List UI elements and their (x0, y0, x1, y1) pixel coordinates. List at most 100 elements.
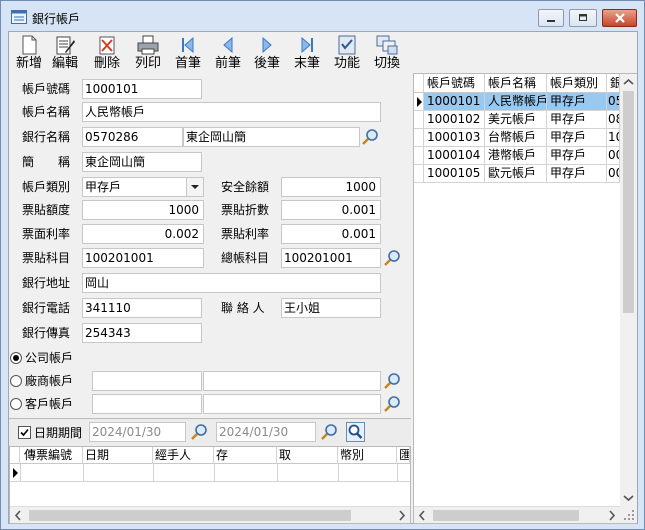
bill-rate-field[interactable]: 0.001 (281, 224, 381, 244)
date-period-checkbox[interactable] (18, 426, 31, 439)
customer-account-radio[interactable] (10, 398, 22, 410)
fax-field[interactable]: 254343 (82, 323, 202, 343)
scroll-left-icon[interactable] (414, 507, 431, 524)
bank-code-field[interactable]: 0570286 (82, 127, 183, 147)
scroll-thumb[interactable] (623, 91, 634, 313)
delete-button[interactable]: 刪除 (87, 34, 127, 74)
cell-account-name[interactable]: 台幣帳戶 (485, 129, 547, 146)
column-header[interactable]: 日期 (83, 447, 153, 464)
short-name-field[interactable]: 東企岡山簡 (82, 152, 202, 172)
scroll-down-icon[interactable] (620, 489, 637, 506)
cell-account-no[interactable]: 1000101 (424, 93, 485, 110)
cell-bank[interactable]: 00 (607, 147, 620, 164)
scroll-thumb[interactable] (433, 510, 579, 521)
vendor-code-field[interactable] (92, 371, 202, 391)
next-record-button[interactable]: 後筆 (247, 34, 287, 74)
previous-record-button[interactable]: 前筆 (208, 34, 248, 74)
cell-account-type[interactable]: 甲存戶 (547, 129, 607, 146)
resize-grip-icon[interactable] (620, 506, 637, 523)
cell-account-no[interactable]: 1000103 (424, 129, 485, 146)
column-header[interactable]: 帳戶名稱 (485, 74, 547, 92)
company-account-radio[interactable] (10, 352, 22, 364)
cell-account-name[interactable]: 美元帳戶 (485, 111, 547, 128)
customer-code-field[interactable] (92, 394, 202, 414)
cell-account-name[interactable]: 人民幣帳戶 (485, 93, 547, 110)
customer-lookup-icon[interactable] (383, 395, 401, 413)
cell-account-type[interactable]: 甲存戶 (547, 147, 607, 164)
print-button[interactable]: 列印 (128, 34, 168, 74)
account-type-select[interactable]: 甲存戶 (82, 177, 204, 197)
cell-account-type[interactable]: 甲存戶 (547, 111, 607, 128)
cell-account-no[interactable]: 1000104 (424, 147, 485, 164)
table-row[interactable]: 1000103 台幣帳戶 甲存戶 10 (414, 129, 620, 147)
column-header[interactable]: 經手人 (153, 447, 214, 464)
scroll-left-icon[interactable] (10, 507, 27, 524)
account-vertical-scrollbar[interactable] (620, 74, 637, 506)
search-button[interactable] (346, 422, 365, 442)
column-header[interactable]: 傳票編號 (20, 447, 83, 464)
date-to-picker-icon[interactable] (320, 423, 338, 441)
column-header[interactable]: 幣別 (338, 447, 397, 464)
column-header[interactable]: 匯 (397, 447, 410, 464)
face-rate-field[interactable]: 0.002 (82, 224, 204, 244)
bank-lookup-icon[interactable] (361, 128, 379, 146)
date-from-field[interactable]: 2024/01/30 (89, 422, 186, 442)
bank-name-field[interactable]: 東企岡山簡 (183, 127, 360, 147)
account-horizontal-scrollbar[interactable] (414, 506, 620, 523)
cell-bank[interactable]: 10 (607, 129, 620, 146)
table-row[interactable]: 1000101 人民幣帳戶 甲存戶 05 (414, 93, 620, 111)
account-list-grid[interactable]: 帳戶號碼 帳戶名稱 帳戶類別 銀 1000101 人民幣帳戶 甲存戶 05 10… (413, 73, 637, 524)
vendor-name-field[interactable] (203, 371, 381, 391)
cell-account-no[interactable]: 1000105 (424, 165, 485, 182)
cell-bank[interactable]: 08 (607, 111, 620, 128)
ledger-lookup-icon[interactable] (383, 249, 401, 267)
customer-name-field[interactable] (203, 394, 381, 414)
title-bar[interactable]: 銀行帳戶 (1, 1, 644, 31)
scroll-thumb[interactable] (29, 510, 351, 521)
minimize-button[interactable] (538, 9, 564, 27)
scroll-up-icon[interactable] (620, 74, 637, 91)
function-button[interactable]: 功能 (327, 34, 367, 74)
last-record-button[interactable]: 末筆 (287, 34, 327, 74)
table-row[interactable]: 1000104 港幣帳戶 甲存戶 00 (414, 147, 620, 165)
table-row[interactable]: 1000102 美元帳戶 甲存戶 08 (414, 111, 620, 129)
contact-field[interactable]: 王小姐 (281, 298, 381, 318)
bill-subject-field[interactable]: 100201001 (82, 248, 204, 268)
cell-bank[interactable]: 00 (607, 165, 620, 182)
voucher-grid[interactable]: 傳票編號 日期 經手人 存 取 幣別 匯 (9, 446, 411, 524)
cell-account-no[interactable]: 1000102 (424, 111, 485, 128)
date-to-field[interactable]: 2024/01/30 (216, 422, 316, 442)
column-header[interactable]: 存 (214, 447, 277, 464)
close-button[interactable] (602, 9, 637, 27)
vendor-account-radio[interactable] (10, 375, 22, 387)
new-button[interactable]: 新增 (9, 34, 49, 74)
table-row[interactable]: 1000105 歐元帳戶 甲存戶 00 (414, 165, 620, 183)
column-header[interactable]: 帳戶類別 (547, 74, 607, 92)
date-from-picker-icon[interactable] (190, 423, 208, 441)
bill-limit-field[interactable]: 1000 (82, 200, 204, 220)
cell-account-name[interactable]: 歐元帳戶 (485, 165, 547, 182)
column-header[interactable]: 帳戶號碼 (424, 74, 485, 92)
safe-balance-field[interactable]: 1000 (281, 177, 381, 197)
address-field[interactable]: 岡山 (82, 273, 381, 293)
scroll-right-icon[interactable] (603, 507, 620, 524)
dropdown-button[interactable] (186, 178, 203, 196)
column-header[interactable]: 取 (277, 447, 338, 464)
vendor-lookup-icon[interactable] (383, 372, 401, 390)
cell-account-type[interactable]: 甲存戶 (547, 93, 607, 110)
switch-button[interactable]: 切換 (367, 34, 407, 74)
bill-discount-field[interactable]: 0.001 (281, 200, 381, 220)
cell-account-name[interactable]: 港幣帳戶 (485, 147, 547, 164)
cell-account-type[interactable]: 甲存戶 (547, 165, 607, 182)
ledger-subject-field[interactable]: 100201001 (281, 248, 381, 268)
phone-field[interactable]: 341110 (82, 298, 202, 318)
maximize-button[interactable] (569, 9, 597, 27)
table-row[interactable] (10, 464, 410, 482)
account-no-field[interactable]: 1000101 (82, 79, 202, 99)
edit-button[interactable]: 編輯 (45, 34, 85, 74)
first-record-button[interactable]: 首筆 (168, 34, 208, 74)
voucher-horizontal-scrollbar[interactable] (10, 506, 410, 523)
account-name-field[interactable]: 人民幣帳戶 (82, 102, 381, 122)
cell-bank[interactable]: 05 (607, 93, 620, 110)
column-header[interactable]: 銀 (607, 74, 620, 92)
